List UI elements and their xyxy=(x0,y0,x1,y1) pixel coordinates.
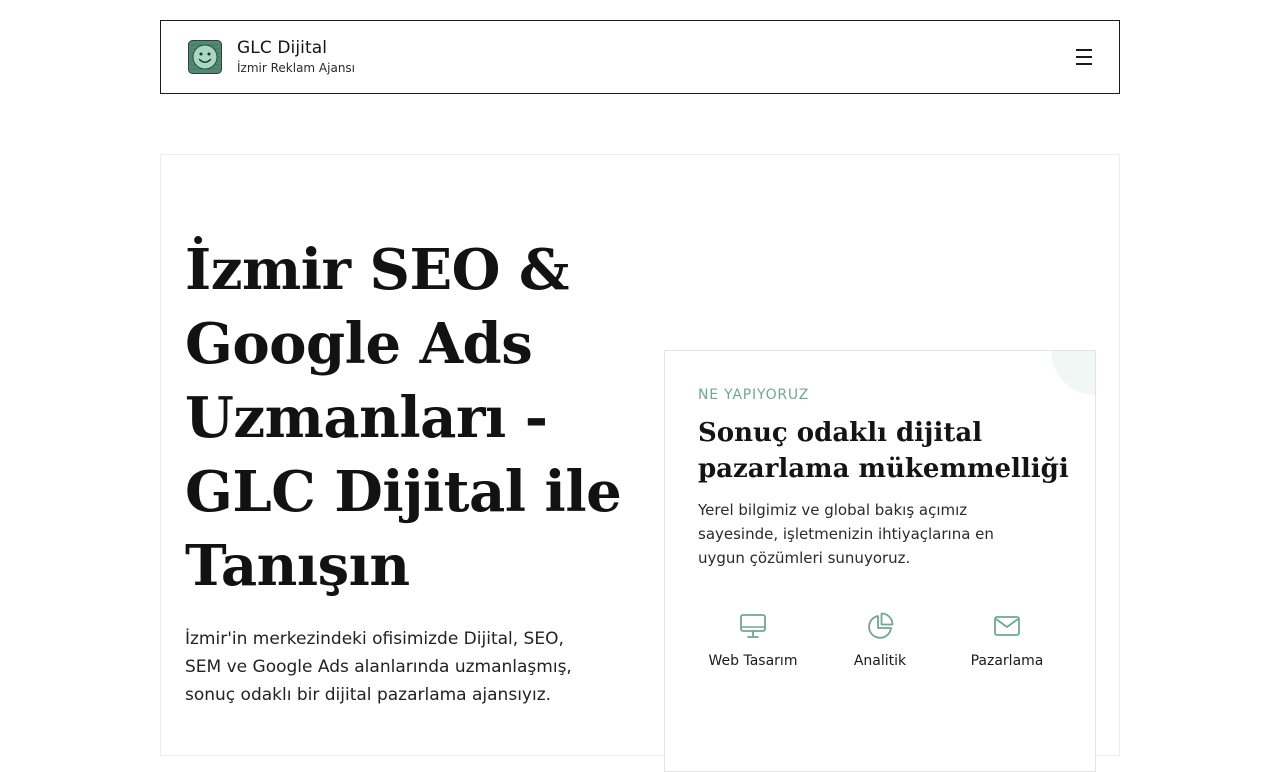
card-title: Sonuç odaklı dijital pazarlama mükemmell… xyxy=(698,418,1069,484)
feature-web-design[interactable]: Web Tasarım xyxy=(703,611,803,671)
monitor-icon xyxy=(740,614,766,638)
hero-section: İzmir SEO & Google Ads Uzmanları - GLC D… xyxy=(160,154,1120,772)
feature-label: Pazarlama xyxy=(970,653,1044,669)
hero-title: İzmir SEO & Google Ads Uzmanları - GLC D… xyxy=(185,237,622,599)
feature-marketing[interactable]: Pazarlama xyxy=(957,611,1057,671)
card-decoration xyxy=(1051,351,1095,395)
card-text: Yerel bilgimiz ve global bakış açımız sa… xyxy=(698,501,994,567)
site-header: GLC Dijital İzmir Reklam Ajansı xyxy=(160,20,1120,94)
smiley-face-logo-icon[interactable] xyxy=(188,40,222,74)
card-kicker: NE YAPIYORUZ xyxy=(698,387,810,403)
feature-label: Web Tasarım xyxy=(708,653,798,669)
hero-description: İzmir'in merkezindeki ofisimizde Dijital… xyxy=(185,629,572,705)
feature-label: Analitik xyxy=(853,653,907,669)
feature-analytics[interactable]: Analitik xyxy=(830,611,930,671)
services-card: NE YAPIYORUZ Sonuç odaklı dijital pazarl… xyxy=(664,350,1096,772)
brand-name[interactable]: GLC Dijital xyxy=(237,38,327,58)
pie-chart-icon xyxy=(868,612,894,639)
brand-tagline: İzmir Reklam Ajansı xyxy=(237,61,356,75)
hamburger-menu-icon[interactable] xyxy=(1073,46,1095,68)
mail-icon xyxy=(994,616,1020,636)
